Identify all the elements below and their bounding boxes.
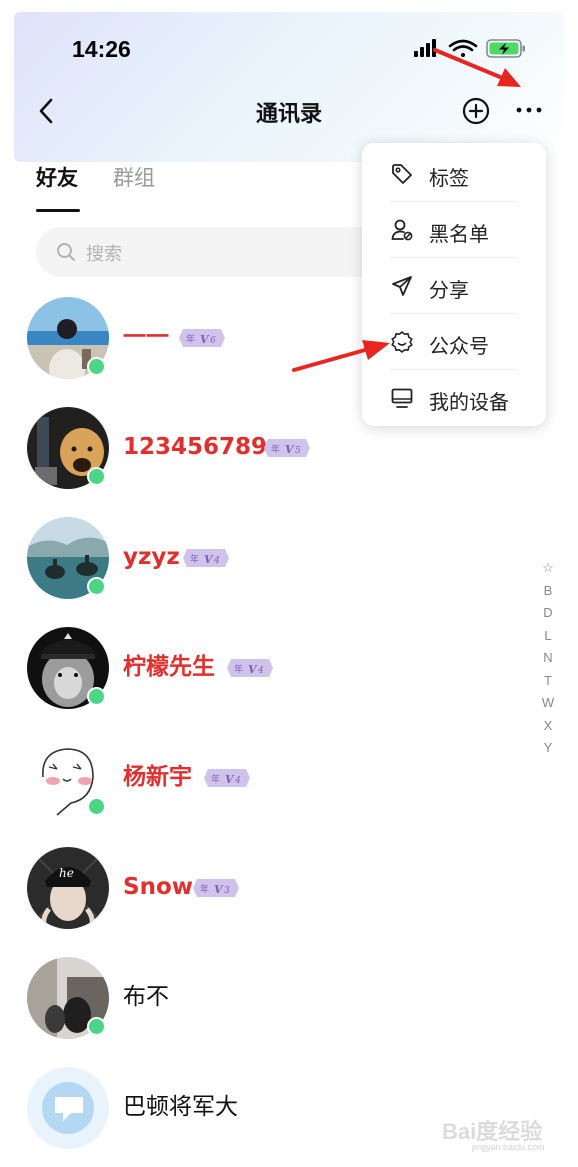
add-button[interactable] [462, 97, 490, 129]
badge-level: 3 [224, 886, 230, 896]
tab-underline [36, 209, 80, 212]
online-indicator [87, 1017, 106, 1036]
badge-prefix: 年 [234, 663, 243, 675]
vip-level-badge: 年 V 6 [179, 329, 225, 347]
menu-item-label: 标签 [429, 166, 469, 190]
contact-item[interactable]: 柠檬先生 年 V 4 [0, 627, 520, 717]
user-block-icon [391, 219, 413, 241]
tag-icon [392, 164, 412, 184]
contact-name: 柠檬先生 [123, 654, 215, 680]
badge-verified-icon [391, 331, 413, 353]
index-letter[interactable]: N [538, 650, 558, 673]
svg-text:he: he [59, 866, 74, 880]
watermark-logo: Bai度经验 jingyan.baidu.com [442, 1102, 552, 1152]
badge-letter: V [248, 663, 258, 676]
battery-icon [486, 39, 525, 58]
contact-item[interactable]: 布不 [0, 957, 520, 1047]
wifi-icon [448, 39, 478, 57]
monitor-icon [391, 388, 413, 408]
contact-name: Snow [123, 874, 193, 900]
index-letter[interactable]: T [538, 673, 558, 696]
status-time: 14:26 [72, 36, 131, 62]
online-indicator [87, 797, 106, 816]
badge-letter: V [214, 883, 224, 896]
badge-level: 6 [210, 336, 216, 346]
badge-level: 4 [257, 666, 264, 676]
vip-level-badge: 年 V 4 [227, 659, 273, 677]
contact-name: 巴顿将军大 [123, 1094, 238, 1120]
search-placeholder: 搜索 [86, 244, 122, 265]
tab-groups[interactable]: 群组 [113, 162, 155, 192]
index-star[interactable]: ☆ [538, 560, 558, 583]
badge-prefix: 年 [186, 333, 195, 345]
badge-letter: V [225, 773, 235, 786]
badge-prefix: 年 [211, 773, 220, 785]
menu-item-tags[interactable]: 标签 [362, 146, 546, 202]
vip-level-badge: 年 V 4 [204, 769, 250, 787]
menu-item-blacklist[interactable]: 黑名单 [362, 202, 546, 258]
badge-letter: V [285, 443, 295, 456]
search-icon [57, 243, 75, 261]
vip-level-badge: 年 V 4 [183, 549, 229, 567]
page-title: 通讯录 [255, 102, 322, 127]
contact-item[interactable]: he Snow 年 V 3 [0, 847, 520, 937]
online-indicator [87, 357, 106, 376]
badge-letter: V [204, 553, 214, 566]
watermark-sub: jingyan.baidu.com [472, 1142, 545, 1152]
badge-level: 4 [234, 776, 241, 786]
badge-level: 5 [295, 446, 301, 456]
index-letter[interactable]: W [538, 695, 558, 718]
more-menu: 标签 黑名单 分享 公众号 我的设备 [362, 143, 546, 426]
menu-item-label: 黑名单 [429, 222, 489, 246]
plus-circle-icon [462, 97, 490, 125]
vip-level-badge: 年 V 3 [193, 879, 239, 897]
online-indicator [87, 687, 106, 706]
menu-item-share[interactable]: 分享 [362, 258, 546, 314]
index-letter[interactable]: D [538, 605, 558, 628]
avatar [27, 1067, 109, 1149]
menu-item-my-devices[interactable]: 我的设备 [362, 370, 546, 426]
vip-level-badge: 年 V 5 [264, 439, 310, 457]
badge-letter: V [200, 333, 210, 346]
badge-level: 4 [213, 556, 220, 566]
alphabet-index[interactable]: ☆ B D L N T W X Y [538, 560, 558, 763]
menu-item-label: 我的设备 [429, 390, 509, 414]
badge-prefix: 年 [190, 553, 199, 565]
index-letter[interactable]: L [538, 628, 558, 651]
contact-item[interactable]: yzyz 年 V 4 [0, 517, 520, 607]
tab-friends[interactable]: 好友 [36, 162, 78, 192]
avatar: he [27, 847, 109, 929]
contact-name: 杨新宇 [123, 764, 192, 790]
contact-name: 布不 [123, 984, 169, 1010]
contact-name: yzyz [123, 544, 180, 570]
menu-item-label: 分享 [429, 278, 469, 302]
menu-item-official-accounts[interactable]: 公众号 [362, 314, 546, 370]
send-icon [392, 276, 412, 296]
contact-name: 一一 [123, 324, 169, 350]
nav-bar: 通讯录 [0, 88, 578, 132]
online-indicator [87, 467, 106, 486]
contact-name: 123456789 [123, 434, 268, 460]
status-bar: 14:26 [0, 30, 578, 66]
index-letter[interactable]: B [538, 583, 558, 606]
badge-prefix: 年 [200, 883, 209, 895]
status-icons [414, 38, 529, 64]
signal-icon [414, 39, 436, 57]
index-letter[interactable]: X [538, 718, 558, 741]
badge-prefix: 年 [271, 443, 280, 455]
contact-item[interactable]: 杨新宇 年 V 4 [0, 737, 520, 827]
online-indicator [87, 577, 106, 596]
more-button[interactable] [512, 96, 546, 124]
index-letter[interactable]: Y [538, 740, 558, 763]
menu-item-label: 公众号 [429, 334, 489, 358]
more-dots-icon [516, 107, 542, 113]
